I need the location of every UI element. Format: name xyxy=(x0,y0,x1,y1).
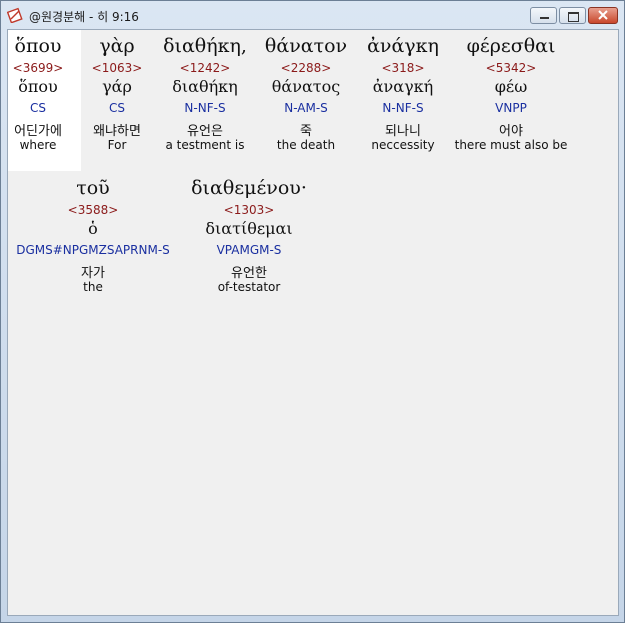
lemma: ἀναγκή xyxy=(372,77,434,96)
lemma: διαθήκη xyxy=(172,77,238,96)
strong-number: <318> xyxy=(381,61,425,75)
word-column[interactable]: ἀνάγκη <318> ἀναγκή N-NF-S 되나니 neccessit… xyxy=(360,33,446,153)
strong-number: <3699> xyxy=(12,61,64,75)
minimize-icon xyxy=(540,17,549,19)
morphology-code: N-AM-S xyxy=(284,101,328,115)
korean-gloss: 유언은 xyxy=(187,124,223,139)
strong-number: <5342> xyxy=(485,61,537,75)
english-gloss: a testment is xyxy=(165,138,245,152)
interlinear-panel: ὅπου <3699> ὅπου CS 어딘가에 where γὰρ <1063… xyxy=(7,29,619,616)
morphology-code: CS xyxy=(30,101,46,115)
lemma: διατίθεμαι xyxy=(205,219,293,238)
strong-number: <1242> xyxy=(179,61,231,75)
app-window: @원경분해 - 히 9:16 ὅπου <3699> ὅπου CS 어딘가에 … xyxy=(0,0,625,623)
morphology-code: CS xyxy=(109,101,125,115)
strong-number: <1063> xyxy=(91,61,143,75)
word-column[interactable]: ὅπου <3699> ὅπου CS 어딘가에 where xyxy=(8,33,68,153)
minimize-button[interactable] xyxy=(530,7,557,24)
morphology-code: N-NF-S xyxy=(184,101,226,115)
english-gloss: neccessity xyxy=(371,138,435,152)
english-gloss: where xyxy=(19,138,57,152)
close-button[interactable] xyxy=(588,7,618,24)
lemma: φέω xyxy=(494,77,528,96)
lemma: θάνατος xyxy=(271,77,341,96)
morphology-code: VNPP xyxy=(495,101,527,115)
word-column[interactable]: τοῦ <3588> ὁ DGMS#NPGMZSAPRNM-S 자가 the xyxy=(8,175,178,295)
english-gloss: there must also be xyxy=(454,138,568,152)
maximize-icon xyxy=(568,12,579,22)
korean-gloss: 죽 xyxy=(300,124,312,139)
lemma: ὅπου xyxy=(18,77,58,96)
korean-gloss: 자가 xyxy=(81,266,105,281)
lemma: ὁ xyxy=(88,219,98,238)
korean-gloss: 되나니 xyxy=(385,124,421,139)
app-icon xyxy=(7,7,23,23)
window-title: @원경분해 - 히 9:16 xyxy=(29,10,139,24)
lemma: γάρ xyxy=(102,77,132,96)
word-column[interactable]: διαθήκη, <1242> διαθήκη N-NF-S 유언은 a tes… xyxy=(158,33,252,153)
english-gloss: For xyxy=(107,138,127,152)
greek-word: ὅπου xyxy=(14,35,62,57)
morphology-code: VPAMGM-S xyxy=(216,243,282,257)
greek-word: θάνατον xyxy=(264,35,348,57)
word-column[interactable]: φέρεσθαι <5342> φέω VNPP 어야 there must a… xyxy=(448,33,574,153)
greek-word: διαθήκη, xyxy=(163,35,247,57)
greek-word: τοῦ xyxy=(76,177,110,199)
korean-gloss: 유언한 xyxy=(231,266,267,281)
strong-number: <1303> xyxy=(223,203,275,217)
greek-word: φέρεσθαι xyxy=(466,35,556,57)
english-gloss: the death xyxy=(276,138,336,152)
title-bar[interactable]: @원경분해 - 히 9:16 xyxy=(1,1,624,29)
korean-gloss: 왜냐하면 xyxy=(93,124,141,139)
greek-word: διαθεμένου· xyxy=(191,177,307,199)
english-gloss: of-testator xyxy=(217,280,281,294)
greek-word: ἀνάγκη xyxy=(367,35,439,57)
morphology-code: N-NF-S xyxy=(382,101,424,115)
greek-word: γὰρ xyxy=(99,35,135,57)
english-gloss: the xyxy=(83,280,103,294)
word-column[interactable]: διαθεμένου· <1303> διατίθεμαι VPAMGM-S 유… xyxy=(184,175,314,295)
word-column[interactable]: θάνατον <2288> θάνατος N-AM-S 죽 the deat… xyxy=(256,33,356,153)
korean-gloss: 어딘가에 xyxy=(14,124,62,139)
word-column[interactable]: γὰρ <1063> γάρ CS 왜냐하면 For xyxy=(84,33,150,153)
korean-gloss: 어야 xyxy=(499,124,523,139)
strong-number: <3588> xyxy=(67,203,119,217)
close-icon xyxy=(598,10,608,20)
morphology-code: DGMS#NPGMZSAPRNM-S xyxy=(16,243,170,257)
strong-number: <2288> xyxy=(280,61,332,75)
maximize-button[interactable] xyxy=(559,7,586,24)
